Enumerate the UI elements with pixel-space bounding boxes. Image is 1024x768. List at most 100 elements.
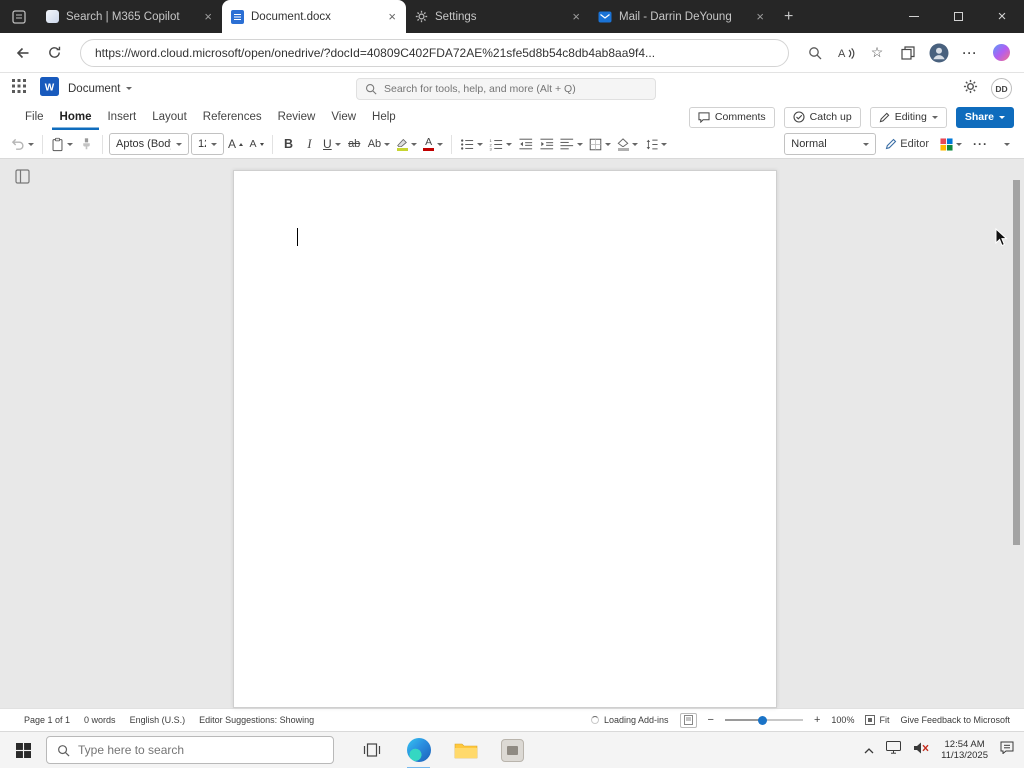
feedback-link[interactable]: Give Feedback to Microsoft (900, 715, 1010, 725)
zoom-out-button[interactable]: − (708, 714, 714, 726)
tab-close-icon[interactable]: × (754, 10, 766, 23)
copilot-icon[interactable] (990, 42, 1012, 64)
change-case-button[interactable]: Ab (366, 132, 392, 156)
app-search-bar[interactable] (356, 77, 656, 100)
collections-icon[interactable] (897, 42, 919, 64)
start-button[interactable] (0, 732, 46, 768)
numbering-button[interactable]: 123 (487, 132, 514, 156)
maximize-button[interactable] (936, 0, 980, 33)
browser-tab-copilot[interactable]: Search | M365 Copilot × (38, 0, 222, 33)
network-icon[interactable] (886, 741, 902, 759)
menu-insert[interactable]: Insert (99, 104, 144, 130)
ribbon-overflow-button[interactable]: ··· (971, 132, 990, 156)
zoom-in-button[interactable]: + (814, 714, 820, 726)
menu-review[interactable]: Review (270, 104, 324, 130)
font-name-select[interactable]: Aptos (Body) (109, 133, 189, 155)
search-icon[interactable] (804, 42, 826, 64)
shading-button[interactable] (615, 132, 640, 156)
shrink-font-button[interactable]: A (247, 132, 266, 156)
user-avatar[interactable]: DD (991, 78, 1012, 99)
taskbar-search-box[interactable] (46, 736, 334, 764)
highlight-button[interactable] (394, 132, 419, 156)
file-explorer-button[interactable] (442, 732, 489, 768)
address-bar[interactable] (80, 38, 789, 67)
underline-button[interactable]: U (321, 132, 343, 156)
menu-layout[interactable]: Layout (144, 104, 195, 130)
borders-button[interactable] (587, 132, 613, 156)
zoom-slider[interactable] (724, 715, 803, 725)
app-search-input[interactable] (384, 82, 647, 95)
app-launcher-icon[interactable] (12, 79, 26, 98)
refresh-button[interactable] (43, 42, 65, 64)
tab-close-icon[interactable]: × (570, 10, 582, 23)
clipboard-icon (52, 137, 63, 151)
catch-up-button[interactable]: Catch up (783, 106, 861, 128)
browser-tab-settings[interactable]: Settings × (406, 0, 590, 33)
decrease-indent-button[interactable] (516, 132, 535, 156)
addins-icon[interactable] (679, 712, 697, 728)
menu-file[interactable]: File (17, 104, 52, 130)
favorites-icon[interactable]: ☆ (866, 42, 888, 64)
taskbar-search-input[interactable] (78, 743, 323, 757)
browser-menu-icon[interactable]: ··· (959, 42, 981, 64)
taskbar-app-button[interactable] (489, 732, 536, 768)
share-button[interactable]: Share (955, 106, 1014, 128)
browser-tab-document[interactable]: Document.docx × (222, 0, 406, 33)
zoom-level[interactable]: 100% (831, 715, 854, 725)
chevron-down-icon[interactable] (126, 87, 133, 90)
strikethrough-button[interactable]: ab (345, 132, 364, 156)
word-count[interactable]: 0 words (84, 715, 116, 725)
task-view-button[interactable] (348, 732, 395, 768)
comments-button[interactable]: Comments (688, 106, 775, 128)
edge-taskbar-button[interactable] (395, 732, 442, 768)
increase-indent-button[interactable] (537, 132, 556, 156)
fit-button[interactable]: Fit (879, 715, 889, 725)
menu-home[interactable]: Home (52, 104, 100, 130)
page-count[interactable]: Page 1 of 1 (24, 715, 70, 725)
language-status[interactable]: English (U.S.) (130, 715, 186, 725)
menu-references[interactable]: References (195, 104, 270, 130)
font-size-select[interactable]: 12 (191, 133, 224, 155)
font-color-button[interactable]: A (421, 132, 445, 156)
add-ins-button[interactable] (938, 132, 964, 156)
taskbar-clock[interactable]: 12:54 AM 11/13/2025 (941, 739, 988, 761)
vertical-scrollbar[interactable] (1013, 159, 1021, 708)
italic-button[interactable]: I (300, 132, 319, 156)
line-spacing-button[interactable] (642, 132, 669, 156)
close-window-button[interactable]: × (980, 0, 1024, 33)
scrollbar-thumb[interactable] (1013, 180, 1020, 545)
menu-help[interactable]: Help (364, 104, 404, 130)
editor-button[interactable]: Editor (883, 132, 931, 156)
navigation-pane-toggle[interactable] (15, 169, 30, 189)
collapse-ribbon-button[interactable] (997, 132, 1016, 156)
document-page[interactable] (233, 170, 777, 708)
settings-gear-icon[interactable] (963, 79, 978, 99)
bold-button[interactable]: B (279, 132, 298, 156)
action-center-icon[interactable] (1000, 741, 1014, 759)
hidden-icons-chevron[interactable] (864, 741, 874, 759)
format-painter-button[interactable] (77, 132, 96, 156)
bullets-button[interactable] (458, 132, 485, 156)
tab-actions-icon[interactable] (0, 0, 38, 33)
grow-font-button[interactable]: A (226, 132, 245, 156)
address-input[interactable] (95, 45, 774, 60)
minimize-button[interactable] (892, 0, 936, 33)
browser-tab-mail[interactable]: Mail - Darrin DeYoung × (590, 0, 774, 33)
back-button[interactable] (12, 42, 34, 64)
tab-close-icon[interactable]: × (202, 10, 214, 23)
editor-suggestions-status[interactable]: Editor Suggestions: Showing (199, 715, 314, 725)
new-tab-button[interactable]: + (774, 8, 803, 26)
zoom-slider-knob[interactable] (757, 715, 767, 725)
document-title[interactable]: Document (68, 83, 120, 95)
styles-select[interactable]: Normal (784, 133, 877, 155)
undo-button[interactable] (8, 132, 36, 156)
align-button[interactable] (558, 132, 585, 156)
menu-view[interactable]: View (323, 104, 364, 130)
read-aloud-icon[interactable]: A (835, 42, 857, 64)
folder-icon (454, 743, 477, 759)
browser-profile-avatar[interactable] (928, 42, 950, 64)
volume-muted-icon[interactable] (913, 741, 929, 759)
editing-mode-button[interactable]: Editing (869, 106, 947, 128)
tab-close-icon[interactable]: × (386, 10, 398, 23)
paste-button[interactable] (49, 132, 75, 156)
